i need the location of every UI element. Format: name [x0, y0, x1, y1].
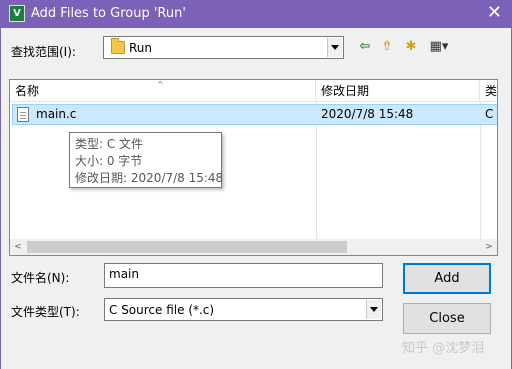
- file-name-input[interactable]: main: [104, 263, 383, 288]
- app-icon: V: [9, 5, 25, 22]
- tooltip-date: 修改日期: 2020/7/8 15:48: [75, 171, 224, 185]
- look-in-label: 查找范围(I):: [11, 45, 76, 59]
- file-type-value: C Source file (*.c): [109, 303, 215, 317]
- file-icon: [17, 107, 29, 122]
- view-menu-icon[interactable]: ▦▾: [424, 37, 454, 57]
- look-in-value: Run: [129, 41, 153, 55]
- file-modified: 2020/7/8 15:48: [321, 107, 414, 121]
- watermark: 知乎 @沈梦泪: [402, 341, 485, 356]
- list-header: 名称 ^ 修改日期 类: [10, 80, 497, 102]
- tooltip-size: 大小: 0 字节: [75, 154, 143, 168]
- horizontal-scrollbar[interactable]: < >: [10, 239, 497, 255]
- up-folder-icon[interactable]: ⇮: [377, 37, 397, 57]
- close-icon[interactable]: ✕: [487, 3, 502, 23]
- file-name-label: 文件名(N):: [11, 271, 70, 285]
- window-title: Add Files to Group 'Run': [31, 6, 186, 21]
- chevron-down-icon[interactable]: [366, 300, 381, 319]
- new-folder-icon[interactable]: ✱: [401, 37, 421, 57]
- column-header-modified[interactable]: 修改日期: [316, 80, 480, 102]
- back-icon[interactable]: ⇦: [355, 37, 375, 57]
- sort-arrow-icon: ^: [157, 80, 164, 89]
- scroll-left-icon[interactable]: <: [10, 239, 26, 255]
- file-row[interactable]: main.c 2020/7/8 15:48 C: [12, 104, 497, 125]
- window-frame-left: [0, 28, 1, 369]
- folder-icon: [111, 38, 125, 54]
- scroll-right-icon[interactable]: >: [481, 239, 497, 255]
- tooltip-type: 类型: C 文件: [75, 137, 144, 151]
- file-type: C: [485, 107, 494, 121]
- file-type-label: 文件类型(T):: [11, 305, 80, 319]
- file-info-tooltip: 类型: C 文件 大小: 0 字节 修改日期: 2020/7/8 15:48: [69, 132, 224, 188]
- close-button[interactable]: Close: [403, 303, 491, 334]
- chevron-down-icon[interactable]: [327, 38, 342, 57]
- scroll-thumb[interactable]: [27, 241, 347, 253]
- file-type-dropdown[interactable]: C Source file (*.c): [104, 298, 383, 321]
- look-in-dropdown[interactable]: Run: [103, 36, 344, 59]
- column-header-type[interactable]: 类: [480, 80, 497, 102]
- file-name: main.c: [36, 107, 77, 121]
- title-bar: V Add Files to Group 'Run' ✕: [0, 0, 512, 28]
- add-button[interactable]: Add: [403, 263, 491, 294]
